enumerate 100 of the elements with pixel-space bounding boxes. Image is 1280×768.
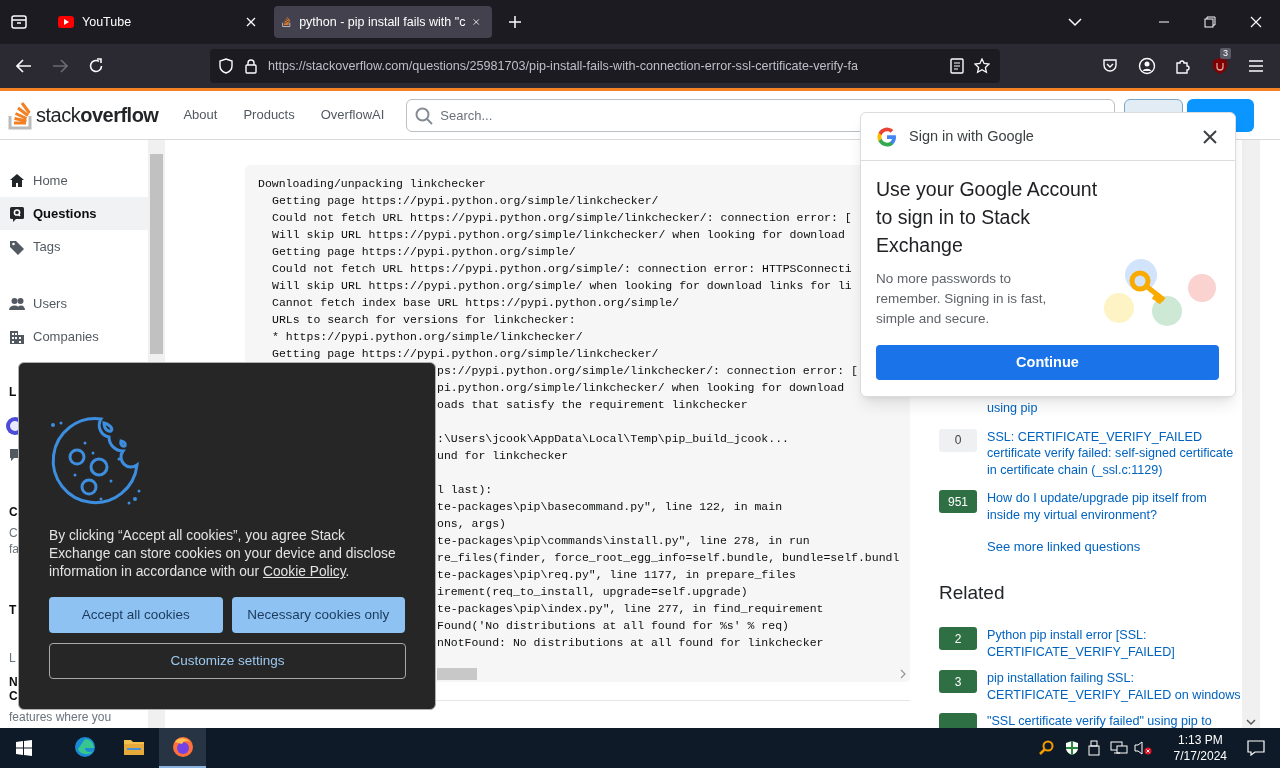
question-link[interactable]: pip installation failing SSL: CERTIFICATE_VERIFY_FAILED on windows	[987, 670, 1242, 703]
page-scrollbar[interactable]	[1242, 140, 1260, 728]
address-bar[interactable]: https://stackoverflow.com/questions/25981703/pip-install-fails-with-connection-error-ssl-certificate-verify-fa	[210, 49, 1000, 83]
nav-link[interactable]: OverflowAI	[308, 99, 397, 131]
url-text: https://stackoverflow.com/questions/25981703/pip-install-fails-with-connection-error-ssl-certificate-verify-fa	[268, 57, 860, 75]
code-line: und for linkchecker	[437, 449, 569, 462]
code-line: URLs to search for versions for linkchecker:	[272, 313, 576, 326]
scrollbar-thumb[interactable]	[437, 668, 477, 680]
code-line: te-packages\pip\basecommand.py", line 122, in main	[437, 500, 783, 513]
code-line: oads that satisfy the requirement linkchecker	[437, 398, 748, 411]
code-line: re_files(finder, force_root_egg_info=self.bundle, bundle=self.bundl	[437, 551, 900, 564]
sidebar-text: C	[9, 689, 18, 703]
pocket-icon[interactable]	[1102, 58, 1118, 74]
tab-list-icon[interactable]	[10, 13, 28, 31]
code-line: te-packages\pip\index.py", line 277, in find_requirement	[437, 602, 824, 615]
question-icon	[9, 205, 25, 222]
sidebar-text: L	[9, 652, 16, 665]
sidebar-text: N	[9, 675, 18, 689]
code-line: irement(req_to_install, upgrade=self.upgrade)	[437, 585, 748, 598]
clock[interactable]: 1:13 PM 7/17/2024	[1173, 732, 1227, 764]
popup-text: No more passwords to remember. Signing in is fast, simple and secure.	[876, 270, 1048, 328]
lock-icon[interactable]	[244, 58, 258, 74]
new-tab-icon[interactable]	[508, 15, 522, 29]
cookie-button[interactable]: Customize settings	[49, 643, 406, 679]
nav-link[interactable]: Products	[231, 99, 307, 131]
sidebar-text: fa	[9, 543, 19, 556]
sidebar-text: L	[9, 385, 17, 399]
code-line: Getting page https://pypi.python.org/simple/	[272, 245, 576, 258]
sidebar-item[interactable]: Companies	[0, 320, 148, 353]
sidebar-text: T	[9, 603, 17, 617]
browser-tab[interactable]: python - pip install fails with "c	[274, 6, 492, 38]
sidebar-item[interactable]: Questions	[0, 197, 148, 230]
code-line: Getting page https://pypi.python.org/simple/linkchecker/	[272, 194, 659, 207]
vote-count: 951	[939, 490, 977, 513]
star-icon[interactable]	[974, 58, 990, 74]
puzzle-icon[interactable]	[1175, 58, 1191, 74]
building-icon	[9, 328, 25, 345]
restore-icon[interactable]	[1204, 16, 1216, 28]
continue-button[interactable]: Continue	[876, 345, 1219, 380]
question-link[interactable]: SSL: CERTIFICATE_VERIFY_FAILED certificate verify failed: self-signed certificate in certificate chain (_ssl.c:1129)	[987, 428, 1242, 478]
consent-text: By clicking “Accept all cookies”, you agree Stack Exchange can store cookies on your device and disclose information in accordance with our Cookie Policy.	[49, 527, 397, 581]
tab-title: python - pip install fails with "c	[299, 13, 466, 31]
notification-icon[interactable]	[1247, 740, 1265, 756]
account-icon[interactable]	[1138, 57, 1156, 75]
stack-icon	[282, 14, 292, 30]
chevron-down-icon[interactable]	[1068, 17, 1082, 27]
volume-icon[interactable]	[1133, 740, 1152, 756]
code-line: Will skip URL https://pypi.python.org/simple/ when looking for download links for li	[272, 279, 852, 292]
code-line: ons, args)	[437, 517, 506, 530]
code-line: Will skip URL https://pypi.python.org/simple/linkchecker/ when looking for download	[272, 228, 845, 241]
reload-icon[interactable]	[88, 58, 104, 74]
scroll-down-icon[interactable]	[1246, 718, 1256, 726]
code-line: ps://pypi.python.org/simple/linkchecker/: connection error: [	[437, 364, 858, 377]
code-line: nNotFound: No distributions at all found for linkchecker	[437, 636, 824, 649]
windows-icon[interactable]	[15, 739, 33, 757]
code-line: te-packages\pip\req.py", line 1177, in prepare_files	[437, 568, 796, 581]
shield-icon[interactable]	[1063, 740, 1080, 756]
chat-icon	[9, 448, 19, 462]
sidebar-item[interactable]: Users	[0, 287, 148, 320]
question-link[interactable]: using pip	[987, 400, 1242, 417]
code-line: pi.python.org/simple/linkchecker/ when looking for download	[437, 381, 845, 394]
question-link[interactable]: "SSL certificate verify failed" using pip to	[987, 713, 1242, 728]
home-icon	[9, 172, 25, 189]
code-line: :\Users\jcook\AppData\Local\Temp\pip_build_jcook...	[437, 432, 789, 445]
scroll-right-icon[interactable]	[899, 669, 907, 679]
menu-icon[interactable]	[1248, 59, 1264, 73]
cookie-policy-link[interactable]: Cookie Policy	[262, 564, 346, 579]
taskbar-app[interactable]	[159, 728, 206, 768]
sidebar-item[interactable]: Tags	[0, 230, 148, 263]
section-heading: Related	[939, 580, 1006, 605]
sidebar-text: C	[9, 505, 18, 519]
stack-icon[interactable]	[8, 100, 34, 130]
back-icon[interactable]	[16, 59, 32, 73]
nav-link[interactable]: About	[171, 99, 230, 131]
site-logo-text[interactable]: stackoverflow	[36, 100, 159, 130]
cookie-button[interactable]: Accept all cookies	[49, 597, 223, 633]
sidebar-text: C	[9, 527, 18, 540]
code-line: Found('No distributions at all found for %s' % req)	[437, 619, 789, 632]
magnifier-icon[interactable]	[1037, 740, 1054, 756]
sidebar-text: features where you	[9, 711, 112, 724]
network-icon[interactable]	[1109, 740, 1128, 756]
cookie-button[interactable]: Necessary cookies only	[231, 597, 405, 633]
wave-icon	[73, 736, 96, 758]
vote-count: 0	[939, 428, 977, 452]
forward-icon[interactable]	[52, 59, 68, 73]
google-icon	[877, 126, 897, 147]
vote-count: 2	[939, 627, 977, 650]
users-icon	[9, 295, 25, 312]
browser-tab[interactable]: YouTube	[50, 6, 268, 38]
vote-count: 3	[939, 670, 977, 693]
code-line: Could not fetch URL https://pypi.python.org/simple/: connection error: HTTPSConnecti	[272, 262, 852, 275]
close-icon[interactable]	[1203, 129, 1217, 144]
question-link[interactable]: How do I update/upgrade pip itself from inside my virtual environment?	[987, 490, 1242, 523]
reader-view-icon[interactable]	[950, 58, 964, 74]
see-more-link[interactable]: See more linked questions	[987, 537, 1242, 557]
code-line: te-packages\pip\commands\install.py", line 278, in run	[437, 534, 810, 547]
code-line: Downloading/unpacking linkchecker	[258, 177, 486, 190]
sidebar-item[interactable]: Home	[0, 164, 148, 197]
tab-title: YouTube	[82, 13, 133, 31]
question-link[interactable]: Python pip install error [SSL: CERTIFICATE_VERIFY_FAILED]	[987, 627, 1242, 660]
